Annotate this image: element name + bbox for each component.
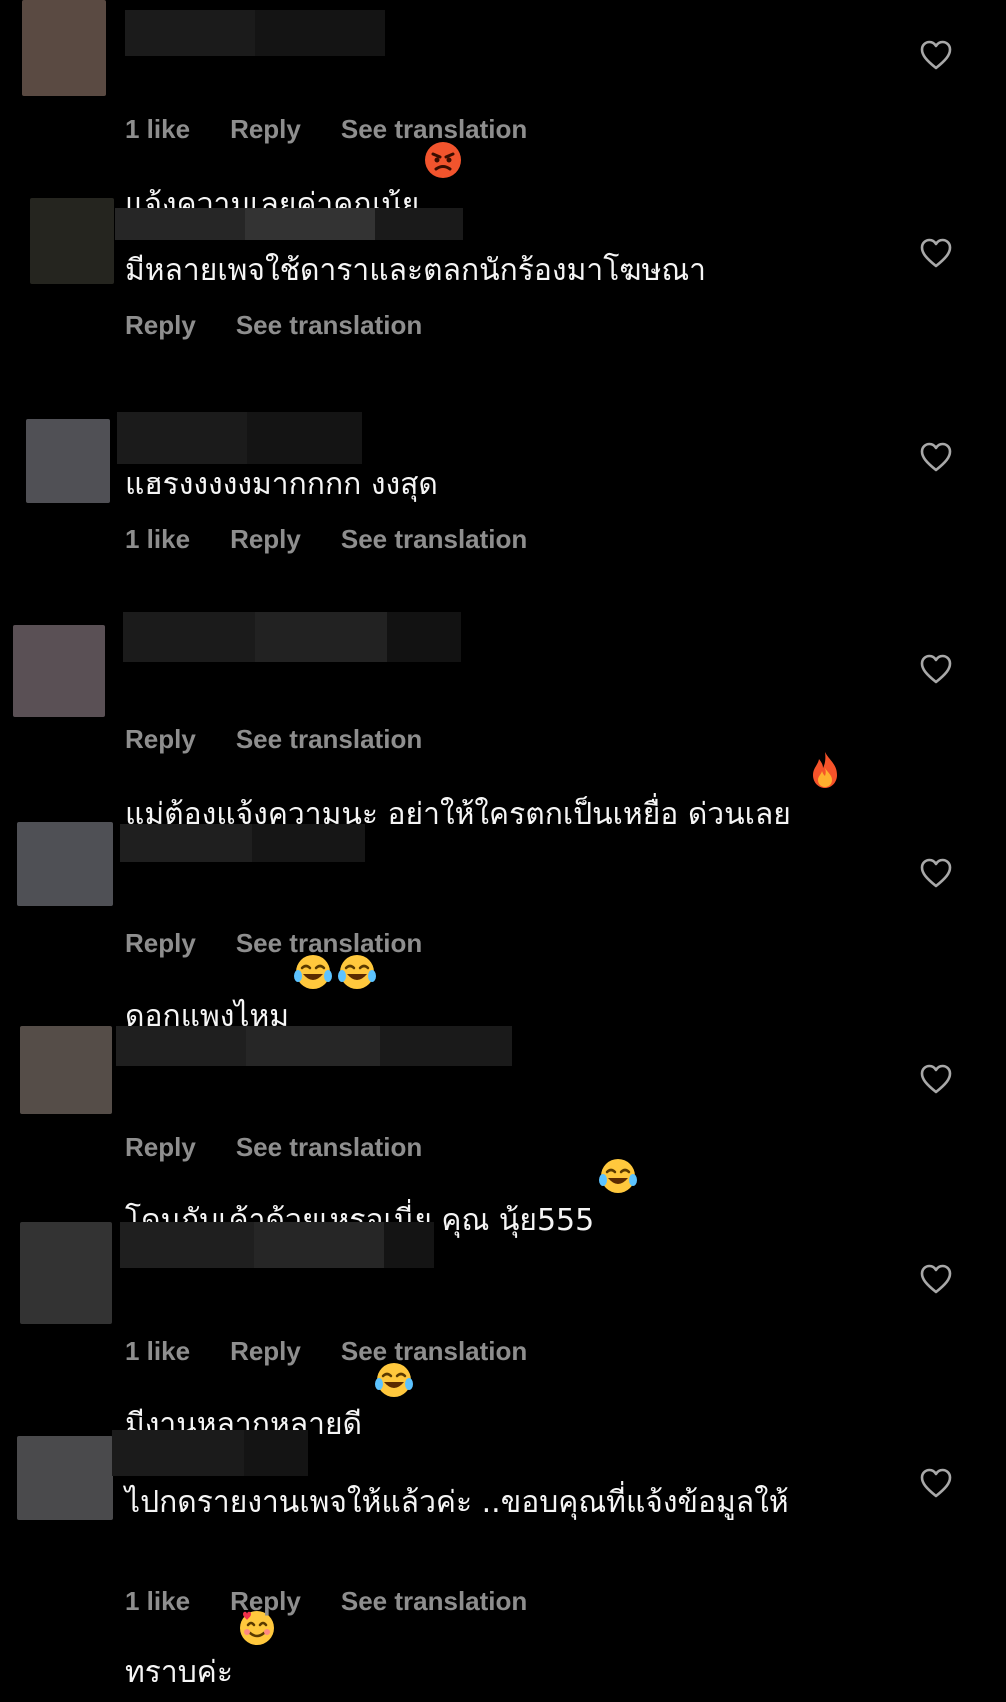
reply-button[interactable]: Reply [230, 1586, 301, 1617]
heart-icon[interactable] [920, 858, 952, 888]
see-translation-button[interactable]: See translation [236, 724, 422, 755]
comment-actions: Reply See translation [125, 724, 422, 755]
username-redacted[interactable] [112, 1430, 308, 1476]
face-with-tears-of-joy-icon [374, 1276, 414, 1397]
username-redacted[interactable] [120, 824, 365, 862]
heart-icon[interactable] [920, 442, 952, 472]
comment-item: แฮรงงงงงมากกกก งงสุด 1 like Reply See tr… [0, 402, 1006, 602]
avatar[interactable] [20, 1222, 112, 1324]
fire-icon [805, 666, 845, 788]
reply-button[interactable]: Reply [125, 310, 196, 341]
comment-actions: 1 like Reply See translation [125, 1336, 527, 1367]
heart-icon[interactable] [920, 40, 952, 70]
face-with-tears-of-joy-icon [598, 1072, 638, 1193]
comment-actions: 1 like Reply See translation [125, 1586, 527, 1617]
heart-icon[interactable] [920, 1468, 952, 1498]
like-count[interactable]: 1 like [125, 1586, 190, 1617]
reply-button[interactable]: Reply [125, 928, 196, 959]
avatar[interactable] [20, 1026, 112, 1114]
avatar[interactable] [17, 1436, 113, 1520]
comment-item: แจ้งความเลยค่าคุณนุ้ย 1 like Reply See t… [0, 0, 1006, 222]
username-redacted[interactable] [120, 1222, 434, 1268]
face-with-tears-of-joy-icon [293, 868, 333, 989]
avatar[interactable] [26, 419, 110, 503]
avatar[interactable] [13, 625, 105, 717]
comment-actions: 1 like Reply See translation [125, 524, 527, 555]
username-redacted[interactable] [125, 10, 385, 56]
comment-item: มีงานหลากหลายดี 1 like Reply See transla… [0, 1220, 1006, 1442]
username-redacted[interactable] [116, 1026, 512, 1066]
comment-item: โดนกับเค้าด้วยเหรอเนี่ย คุณ นุ้ย555 Repl… [0, 1020, 1006, 1238]
heart-icon[interactable] [920, 654, 952, 684]
see-translation-button[interactable]: See translation [341, 524, 527, 555]
reply-button[interactable]: Reply [125, 724, 196, 755]
reply-button[interactable]: Reply [125, 1132, 196, 1163]
comment-text: มีหลายเพจใช้ดาราและตลกนักร้องมาโฆษณา [125, 253, 707, 288]
comment-actions: Reply See translation [125, 928, 422, 959]
avatar[interactable] [22, 0, 106, 96]
see-translation-button[interactable]: See translation [236, 1132, 422, 1163]
heart-icon[interactable] [920, 1064, 952, 1094]
avatar[interactable] [30, 198, 114, 284]
username-redacted[interactable] [123, 612, 461, 662]
heart-icon[interactable] [920, 238, 952, 268]
see-translation-button[interactable]: See translation [341, 1586, 527, 1617]
comment-text: แฮรงงงงงมากกกก งงสุด [125, 467, 438, 502]
comment-actions: 1 like Reply See translation [125, 114, 527, 145]
avatar[interactable] [17, 822, 113, 906]
like-count[interactable]: 1 like [125, 114, 190, 145]
reply-button[interactable]: Reply [230, 1336, 301, 1367]
comment-item: ไปกดรายงานเพจให้แล้วค่ะ ..ขอบคุณที่แจ้งข… [0, 1424, 1006, 1690]
comment-actions: Reply See translation [125, 310, 422, 341]
see-translation-button[interactable]: See translation [236, 928, 422, 959]
heart-icon[interactable] [920, 1264, 952, 1294]
reply-button[interactable]: Reply [230, 114, 301, 145]
like-count[interactable]: 1 like [125, 524, 190, 555]
username-redacted[interactable] [115, 208, 463, 240]
username-redacted[interactable] [117, 412, 362, 464]
comment-actions: Reply See translation [125, 1132, 422, 1163]
see-translation-button[interactable]: See translation [236, 310, 422, 341]
comment-item: แม่ต้องแจ้งความนะ อย่าให้ใครตกเป็นเหยื่อ… [0, 608, 1006, 832]
angry-face-icon [423, 56, 463, 178]
reply-button[interactable]: Reply [230, 524, 301, 555]
comment-item: ดอกแพงไหม Reply See translation [0, 818, 1006, 1034]
smiling-face-with-hearts-icon [237, 1524, 277, 1645]
face-with-tears-of-joy-icon [337, 868, 377, 989]
comment-item: มีหลายเพจใช้ดาราและตลกนักร้องมาโฆษณา Rep… [0, 198, 1006, 398]
see-translation-button[interactable]: See translation [341, 1336, 527, 1367]
like-count[interactable]: 1 like [125, 1336, 190, 1367]
see-translation-button[interactable]: See translation [341, 114, 527, 145]
